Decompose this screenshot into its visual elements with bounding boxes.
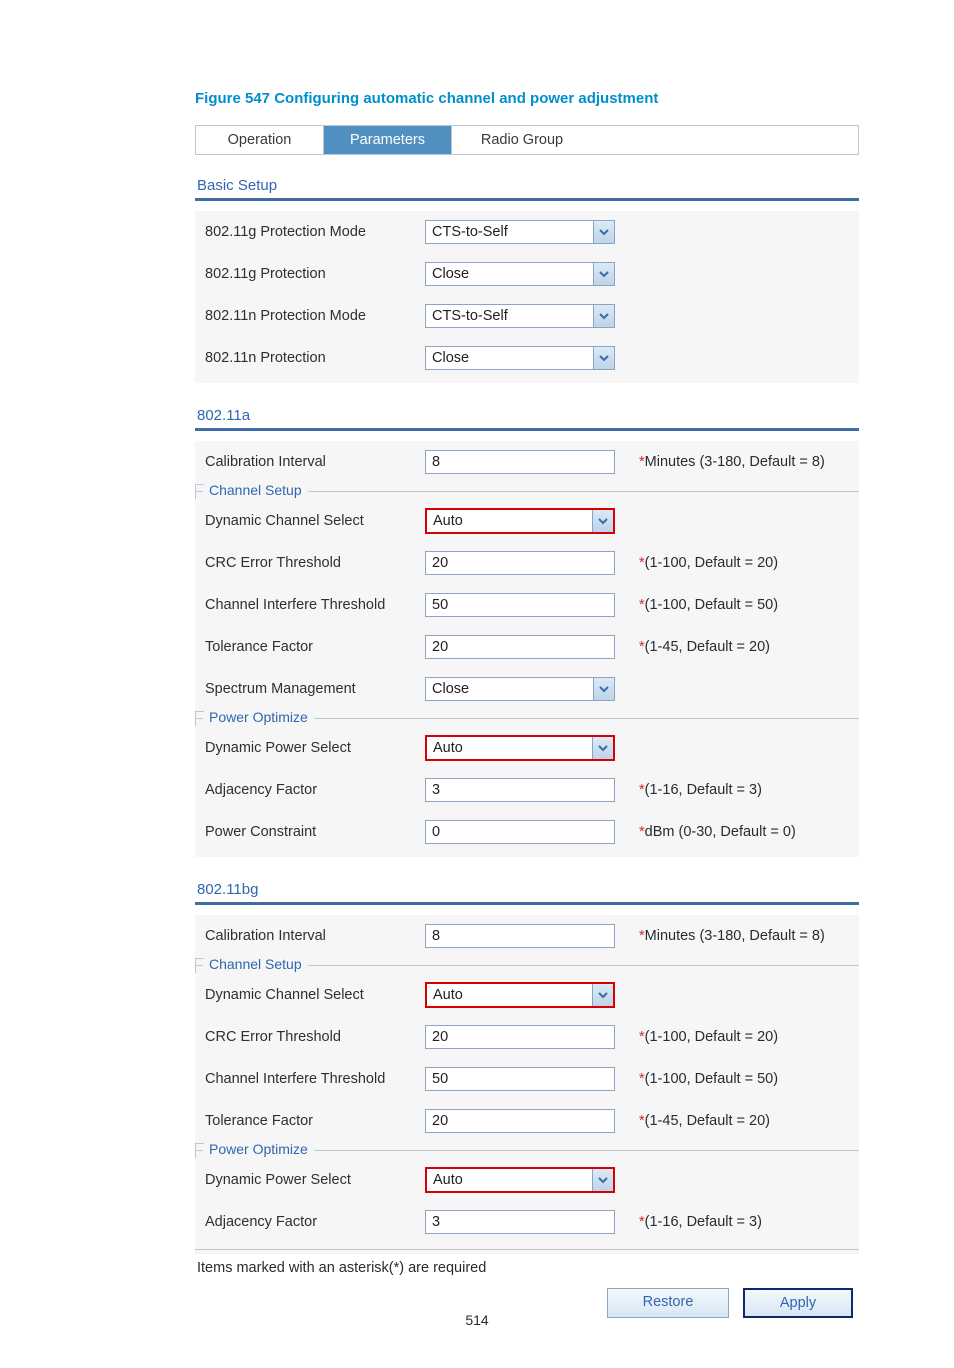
label-bg-adj: Adjacency Factor bbox=[205, 1214, 423, 1230]
select-g-protection-mode[interactable]: CTS-to-Self bbox=[425, 220, 615, 244]
panel-basic: 802.11g Protection Mode CTS-to-Self 802.… bbox=[195, 211, 859, 383]
select-bg-dcs[interactable]: Auto bbox=[425, 982, 615, 1008]
select-value: Auto bbox=[427, 510, 592, 532]
section-rule bbox=[195, 902, 859, 905]
hint-bg-tolerance: *(1-45, Default = 20) bbox=[637, 1113, 859, 1129]
group-a-channel-setup: Channel Setup Dynamic Channel Select Aut… bbox=[195, 491, 859, 710]
label-n-protection-mode: 802.11n Protection Mode bbox=[205, 308, 423, 324]
select-value: Close bbox=[426, 263, 593, 285]
label-a-dps: Dynamic Power Select bbox=[205, 740, 423, 756]
group-bg-channel-setup: Channel Setup Dynamic Channel Select Aut… bbox=[195, 965, 859, 1142]
panel-bottom-rule bbox=[195, 1249, 859, 1250]
input-a-tolerance[interactable] bbox=[425, 635, 615, 659]
chevron-down-icon bbox=[593, 678, 614, 700]
label-g-protection: 802.11g Protection bbox=[205, 266, 423, 282]
group-a-power-optimize: Power Optimize Dynamic Power Select Auto… bbox=[195, 718, 859, 853]
select-value: Auto bbox=[427, 984, 592, 1006]
label-bg-dps: Dynamic Power Select bbox=[205, 1172, 423, 1188]
label-n-protection: 802.11n Protection bbox=[205, 350, 423, 366]
hint-bg-interfere: *(1-100, Default = 50) bbox=[637, 1071, 859, 1087]
label-bg-interfere: Channel Interfere Threshold bbox=[205, 1071, 423, 1087]
panel-a: Calibration Interval *Minutes (3-180, De… bbox=[195, 441, 859, 857]
tab-radio-group[interactable]: Radio Group bbox=[452, 126, 592, 154]
figure-title: Figure 547 Configuring automatic channel… bbox=[195, 90, 859, 107]
hint-bg-calibration: *Minutes (3-180, Default = 8) bbox=[637, 928, 859, 944]
hint-a-tolerance: *(1-45, Default = 20) bbox=[637, 639, 859, 655]
hint-bg-crc: *(1-100, Default = 20) bbox=[637, 1029, 859, 1045]
section-title-basic: Basic Setup bbox=[197, 177, 859, 194]
select-value: Close bbox=[426, 678, 593, 700]
tab-parameters[interactable]: Parameters bbox=[324, 126, 452, 154]
select-a-spectrum[interactable]: Close bbox=[425, 677, 615, 701]
select-a-dcs[interactable]: Auto bbox=[425, 508, 615, 534]
input-a-crc[interactable] bbox=[425, 551, 615, 575]
tabs-filler bbox=[592, 126, 858, 154]
group-bg-power-optimize: Power Optimize Dynamic Power Select Auto… bbox=[195, 1150, 859, 1243]
legend-bg-channel-setup: Channel Setup bbox=[203, 956, 308, 972]
label-a-dcs: Dynamic Channel Select bbox=[205, 513, 423, 529]
label-a-adj: Adjacency Factor bbox=[205, 782, 423, 798]
hint-a-pc: *dBm (0-30, Default = 0) bbox=[637, 824, 859, 840]
input-bg-adj[interactable] bbox=[425, 1210, 615, 1234]
hint-a-interfere: *(1-100, Default = 50) bbox=[637, 597, 859, 613]
input-a-calibration[interactable] bbox=[425, 450, 615, 474]
section-rule bbox=[195, 198, 859, 201]
label-a-calibration: Calibration Interval bbox=[205, 454, 423, 470]
input-bg-calibration[interactable] bbox=[425, 924, 615, 948]
input-a-adj[interactable] bbox=[425, 778, 615, 802]
tabs: Operation Parameters Radio Group bbox=[195, 125, 859, 155]
label-bg-dcs: Dynamic Channel Select bbox=[205, 987, 423, 1003]
label-a-spectrum: Spectrum Management bbox=[205, 681, 423, 697]
chevron-down-icon bbox=[593, 263, 614, 285]
legend-bg-power-optimize: Power Optimize bbox=[203, 1141, 314, 1157]
select-value: CTS-to-Self bbox=[426, 305, 593, 327]
input-a-pc[interactable] bbox=[425, 820, 615, 844]
select-n-protection[interactable]: Close bbox=[425, 346, 615, 370]
chevron-down-icon bbox=[592, 1169, 613, 1191]
chevron-down-icon bbox=[593, 221, 614, 243]
select-bg-dps[interactable]: Auto bbox=[425, 1167, 615, 1193]
label-g-protection-mode: 802.11g Protection Mode bbox=[205, 224, 423, 240]
label-a-pc: Power Constraint bbox=[205, 824, 423, 840]
hint-a-adj: *(1-16, Default = 3) bbox=[637, 782, 859, 798]
label-bg-crc: CRC Error Threshold bbox=[205, 1029, 423, 1045]
label-bg-calibration: Calibration Interval bbox=[205, 928, 423, 944]
chevron-down-icon bbox=[592, 510, 613, 532]
label-bg-tolerance: Tolerance Factor bbox=[205, 1113, 423, 1129]
input-bg-tolerance[interactable] bbox=[425, 1109, 615, 1133]
required-footnote: Items marked with an asterisk(*) are req… bbox=[197, 1260, 859, 1276]
chevron-down-icon bbox=[593, 347, 614, 369]
panel-bg: Calibration Interval *Minutes (3-180, De… bbox=[195, 915, 859, 1254]
tab-operation[interactable]: Operation bbox=[196, 126, 324, 154]
legend-a-channel-setup: Channel Setup bbox=[203, 482, 308, 498]
hint-a-crc: *(1-100, Default = 20) bbox=[637, 555, 859, 571]
label-a-interfere: Channel Interfere Threshold bbox=[205, 597, 423, 613]
input-bg-interfere[interactable] bbox=[425, 1067, 615, 1091]
chevron-down-icon bbox=[592, 984, 613, 1006]
select-a-dps[interactable]: Auto bbox=[425, 735, 615, 761]
section-title-a: 802.11a bbox=[197, 407, 859, 424]
select-value: Auto bbox=[427, 737, 592, 759]
legend-a-power-optimize: Power Optimize bbox=[203, 709, 314, 725]
select-n-protection-mode[interactable]: CTS-to-Self bbox=[425, 304, 615, 328]
select-value: Close bbox=[426, 347, 593, 369]
label-a-tolerance: Tolerance Factor bbox=[205, 639, 423, 655]
hint-bg-adj: *(1-16, Default = 3) bbox=[637, 1214, 859, 1230]
hint-a-calibration: *Minutes (3-180, Default = 8) bbox=[637, 454, 859, 470]
section-title-bg: 802.11bg bbox=[197, 881, 859, 898]
page-number: 514 bbox=[0, 1312, 954, 1328]
select-value: CTS-to-Self bbox=[426, 221, 593, 243]
section-rule bbox=[195, 428, 859, 431]
chevron-down-icon bbox=[593, 305, 614, 327]
chevron-down-icon bbox=[592, 737, 613, 759]
select-g-protection[interactable]: Close bbox=[425, 262, 615, 286]
select-value: Auto bbox=[427, 1169, 592, 1191]
label-a-crc: CRC Error Threshold bbox=[205, 555, 423, 571]
input-bg-crc[interactable] bbox=[425, 1025, 615, 1049]
input-a-interfere[interactable] bbox=[425, 593, 615, 617]
